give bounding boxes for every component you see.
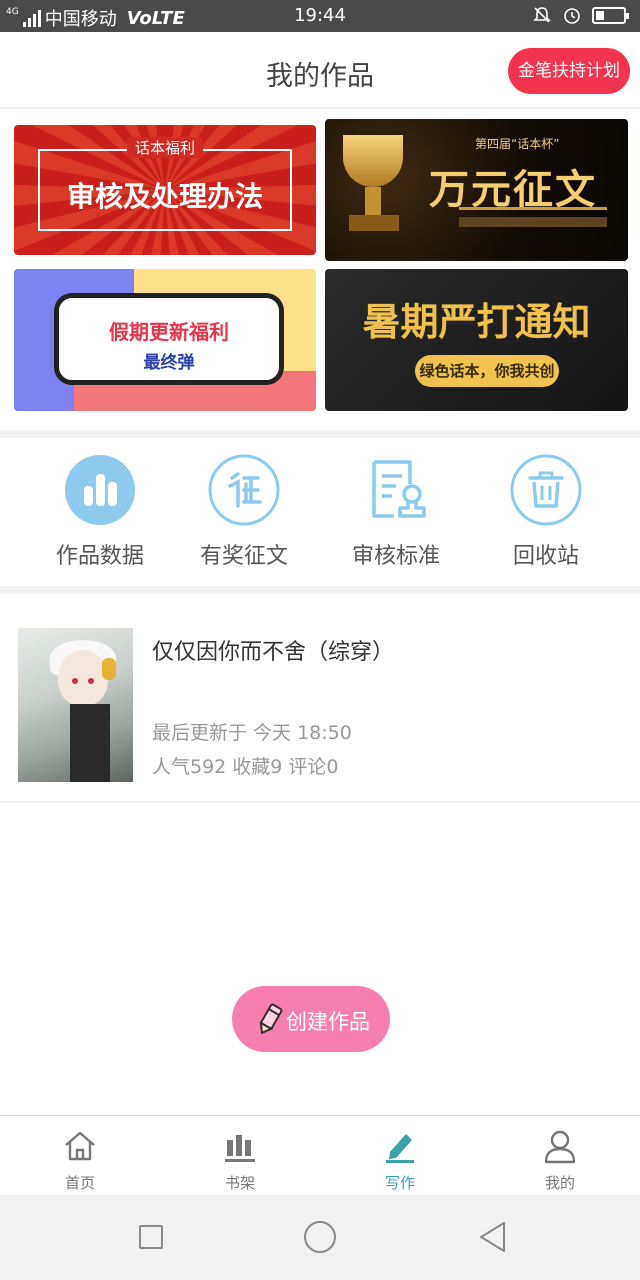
banner-tag: 话本福利	[126, 137, 204, 158]
pencil-icon	[386, 1134, 414, 1163]
battery-icon	[592, 6, 629, 24]
quick-menu: 作品数据 有奖征文 审核标准 回收站	[0, 438, 640, 586]
trash-icon	[510, 454, 582, 526]
audit-doc-icon	[372, 460, 426, 518]
work-list-item[interactable]: 仅仅因你而不舍（综穿） 最后更新于 今天 18:50 人气592 收藏9 评论0	[0, 594, 640, 802]
work-title: 仅仅因你而不舍（综穿）	[152, 640, 395, 665]
nav-bookshelf[interactable]: 书架	[160, 1116, 320, 1196]
nav-label: 书架	[224, 1174, 255, 1192]
banner-title: 暑期严打通知	[362, 300, 591, 344]
home-circle-icon[interactable]	[304, 1221, 336, 1253]
nav-mine[interactable]: 我的	[480, 1116, 640, 1196]
contest-banner[interactable]: 第四届“话本杯” 万元征文	[325, 119, 628, 261]
banner-subtitle: 绿色话本，你我共创	[415, 355, 559, 387]
bookshelf-icon	[225, 1135, 255, 1162]
user-icon	[544, 1130, 576, 1164]
work-stats: 人气592 收藏9 评论0	[152, 756, 339, 778]
pencil-icon	[259, 1003, 283, 1035]
recent-apps-icon[interactable]	[139, 1225, 163, 1249]
bar-chart-icon	[65, 455, 135, 525]
quick-item-audit-standard[interactable]: 审核标准	[316, 454, 476, 576]
banner-subtitle: 最终弹	[143, 353, 195, 373]
holiday-bonus-banner[interactable]: 假期更新福利 最终弹	[14, 269, 316, 411]
banner-note-bar	[459, 217, 607, 227]
quick-item-label: 有奖征文	[199, 544, 288, 569]
work-last-updated: 最后更新于 今天 18:50	[152, 722, 352, 744]
banner-divider	[459, 207, 607, 210]
mute-bell-icon	[533, 7, 551, 23]
nav-home[interactable]: 首页	[0, 1116, 160, 1196]
bottom-nav: 首页 书架 写作 我的	[0, 1115, 640, 1195]
quick-item-recycle-bin[interactable]: 回收站	[466, 454, 626, 576]
nav-label: 我的	[544, 1174, 575, 1192]
summer-crackdown-banner[interactable]: 暑期严打通知 绿色话本，你我共创	[325, 269, 628, 411]
system-nav-bar	[0, 1195, 640, 1280]
golden-pen-plan-button[interactable]: 金笔扶持计划	[508, 48, 630, 94]
content-empty-area	[0, 803, 640, 1115]
home-icon	[65, 1131, 95, 1161]
back-triangle-icon[interactable]	[478, 1221, 506, 1253]
create-work-button[interactable]: 创建作品	[232, 986, 390, 1052]
quick-item-label: 审核标准	[351, 544, 440, 569]
banner-title: 假期更新福利	[109, 320, 229, 344]
alarm-icon	[564, 8, 580, 24]
status-bar: 4G 中国移动 VoLTE 19:44	[0, 0, 640, 32]
nav-label: 写作	[384, 1174, 415, 1192]
quick-item-label: 作品数据	[55, 544, 144, 569]
header: 我的作品 金笔扶持计划	[0, 32, 640, 108]
quick-item-label: 回收站	[512, 544, 579, 569]
banner-grid: 话本福利 审核及处理办法 第四届“话本杯” 万元征文 假期更新福利 最终弹 暑期…	[0, 109, 640, 430]
create-work-label: 创建作品	[286, 1010, 370, 1034]
audit-rules-banner[interactable]: 话本福利 审核及处理办法	[14, 125, 316, 255]
nav-write[interactable]: 写作	[320, 1116, 480, 1196]
quick-item-work-data[interactable]: 作品数据	[20, 454, 180, 576]
banner-title: 审核及处理办法	[66, 180, 263, 213]
banner-subtitle: 第四届“话本杯”	[475, 137, 560, 151]
nav-label: 首页	[64, 1174, 95, 1192]
work-cover-image	[18, 628, 133, 782]
phone-illustration: 假期更新福利 最终弹	[54, 293, 284, 385]
contest-icon	[208, 454, 280, 526]
quick-item-contest[interactable]: 有奖征文	[164, 454, 324, 576]
